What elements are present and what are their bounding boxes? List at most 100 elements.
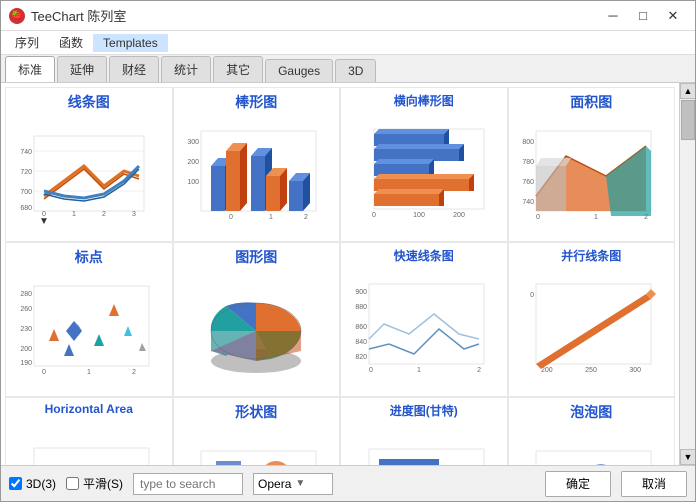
chart-title-harea: Horizontal Area	[45, 402, 133, 416]
svg-text:0: 0	[530, 292, 534, 299]
tab-other[interactable]: 其它	[213, 56, 263, 82]
chart-title-area: 面积图	[570, 92, 612, 112]
tab-gauges[interactable]: Gauges	[265, 59, 333, 82]
svg-text:230: 230	[20, 326, 32, 333]
svg-text:740: 740	[20, 149, 32, 156]
tab-extended[interactable]: 延伸	[57, 56, 107, 82]
chart-cell-area[interactable]: 面积图 800 780 760 740 0 1 2	[508, 87, 676, 242]
chart-cell-pie[interactable]: 图形图	[173, 242, 341, 397]
menu-item-function[interactable]: 函数	[49, 32, 93, 53]
chart-canvas-shape2	[176, 424, 338, 465]
menu-item-templates[interactable]: Templates	[93, 34, 168, 52]
svg-text:▼: ▼	[39, 216, 49, 227]
chart-cell-line[interactable]: 线条图 740 720 700 680	[5, 87, 173, 242]
svg-text:260: 260	[20, 306, 32, 313]
chart-title-line: 线条图	[68, 92, 110, 112]
svg-text:780: 780	[523, 159, 535, 166]
chart-title-hbar: 横向棒形图	[394, 92, 454, 109]
svg-text:0: 0	[42, 369, 46, 376]
tab-standard[interactable]: 标准	[5, 56, 55, 82]
scrollbar[interactable]: ▲ ▼	[679, 83, 695, 465]
chart-title-progress: 进度图(甘特)	[390, 402, 458, 419]
svg-text:0: 0	[229, 214, 233, 221]
svg-text:1: 1	[417, 367, 421, 374]
chart-canvas-area: 800 780 760 740 0 1 2	[511, 114, 673, 237]
svg-text:2: 2	[304, 214, 308, 221]
tabbar: 标准 延伸 财经 统计 其它 Gauges 3D	[1, 55, 695, 83]
chart-canvas-parallelline: 0 200 250 300	[511, 266, 673, 392]
svg-text:200: 200	[541, 367, 553, 374]
chart-canvas-bar: 300 200 100 0 1 2	[176, 114, 338, 237]
checkbox-smooth-label[interactable]: 平滑(S)	[66, 475, 123, 492]
svg-text:200: 200	[20, 346, 32, 353]
chart-title-parallelline: 并行线条图	[561, 247, 621, 264]
scroll-up-button[interactable]: ▲	[680, 83, 695, 99]
checkbox-smooth[interactable]	[66, 477, 79, 490]
dropdown-theme[interactable]: Opera ▼	[253, 473, 333, 495]
chart-cell-parallelline[interactable]: 并行线条图 0 200 250 300	[508, 242, 676, 397]
svg-text:900: 900	[355, 289, 367, 296]
svg-text:860: 860	[355, 324, 367, 331]
dropdown-arrow-icon: ▼	[295, 478, 305, 489]
confirm-button[interactable]: 确定	[545, 471, 611, 497]
tab-statistics[interactable]: 统计	[161, 56, 211, 82]
svg-text:200: 200	[453, 212, 465, 219]
maximize-button[interactable]: □	[629, 6, 657, 26]
chart-title-pie: 图形图	[235, 247, 277, 267]
svg-text:2: 2	[132, 369, 136, 376]
chart-cell-bar[interactable]: 棒形图 300 200 100 0 1 2	[173, 87, 341, 242]
scroll-down-button[interactable]: ▼	[680, 449, 695, 465]
svg-text:720: 720	[20, 169, 32, 176]
svg-text:800: 800	[523, 139, 535, 146]
svg-text:740: 740	[523, 199, 535, 206]
svg-text:300: 300	[630, 367, 642, 374]
svg-text:1: 1	[269, 214, 273, 221]
chart-title-point: 标点	[75, 247, 103, 267]
minimize-button[interactable]: ─	[599, 6, 627, 26]
close-button[interactable]: ✕	[659, 6, 687, 26]
svg-text:760: 760	[523, 179, 535, 186]
svg-text:1: 1	[594, 214, 598, 221]
svg-text:880: 880	[355, 304, 367, 311]
chart-grid: 线条图 740 720 700 680	[1, 83, 679, 465]
checkbox-3d-label[interactable]: 3D(3)	[9, 477, 56, 491]
checkbox-3d-text: 3D(3)	[26, 477, 56, 491]
tab-3d[interactable]: 3D	[335, 59, 376, 82]
checkbox-3d[interactable]	[9, 477, 22, 490]
chart-cell-shape2[interactable]: 形状图	[173, 397, 341, 465]
main-window: 🍓 TeeChart 陈列室 ─ □ ✕ 序列 函数 Templates 标准 …	[0, 0, 696, 502]
svg-text:250: 250	[585, 367, 597, 374]
content-area: 线条图 740 720 700 680	[1, 83, 695, 465]
svg-text:1: 1	[87, 369, 91, 376]
chart-cell-fastline[interactable]: 快速线条图 900 880 860 840 820 0 1 2	[340, 242, 508, 397]
scroll-track	[680, 99, 695, 449]
chart-canvas-progress	[343, 421, 505, 465]
chart-cell-point[interactable]: 标点 280 260 230 200 190 0 1 2	[5, 242, 173, 397]
chart-canvas-hbar: 0 100 200	[343, 111, 505, 237]
chart-title-shape2: 形状图	[235, 402, 277, 422]
svg-text:2: 2	[102, 211, 106, 218]
svg-text:280: 280	[20, 291, 32, 298]
svg-text:3: 3	[132, 211, 136, 218]
chart-cell-bubble[interactable]: 泡泡图	[508, 397, 676, 465]
chart-cell-hbar[interactable]: 横向棒形图 0 100 200	[340, 87, 508, 242]
search-input[interactable]	[133, 473, 243, 495]
checkbox-smooth-text: 平滑(S)	[83, 475, 123, 492]
chart-canvas-bubble	[511, 424, 673, 465]
tab-financial[interactable]: 财经	[109, 56, 159, 82]
cancel-button[interactable]: 取消	[621, 471, 687, 497]
svg-text:0: 0	[372, 212, 376, 219]
titlebar-left: 🍓 TeeChart 陈列室	[9, 6, 126, 25]
chart-cell-progress[interactable]: 进度图(甘特)	[340, 397, 508, 465]
chart-canvas-harea: Horizontal Area	[8, 418, 170, 465]
chart-cell-harea[interactable]: Horizontal Area Horizontal Area	[5, 397, 173, 465]
chart-title-fastline: 快速线条图	[394, 247, 454, 264]
scroll-thumb[interactable]	[681, 100, 695, 140]
titlebar-controls: ─ □ ✕	[599, 6, 687, 26]
titlebar: 🍓 TeeChart 陈列室 ─ □ ✕	[1, 1, 695, 31]
svg-text:200: 200	[188, 159, 200, 166]
svg-text:680: 680	[20, 205, 32, 212]
menu-item-series[interactable]: 序列	[5, 32, 49, 53]
app-icon: 🍓	[9, 8, 25, 24]
dropdown-value: Opera	[258, 477, 291, 491]
